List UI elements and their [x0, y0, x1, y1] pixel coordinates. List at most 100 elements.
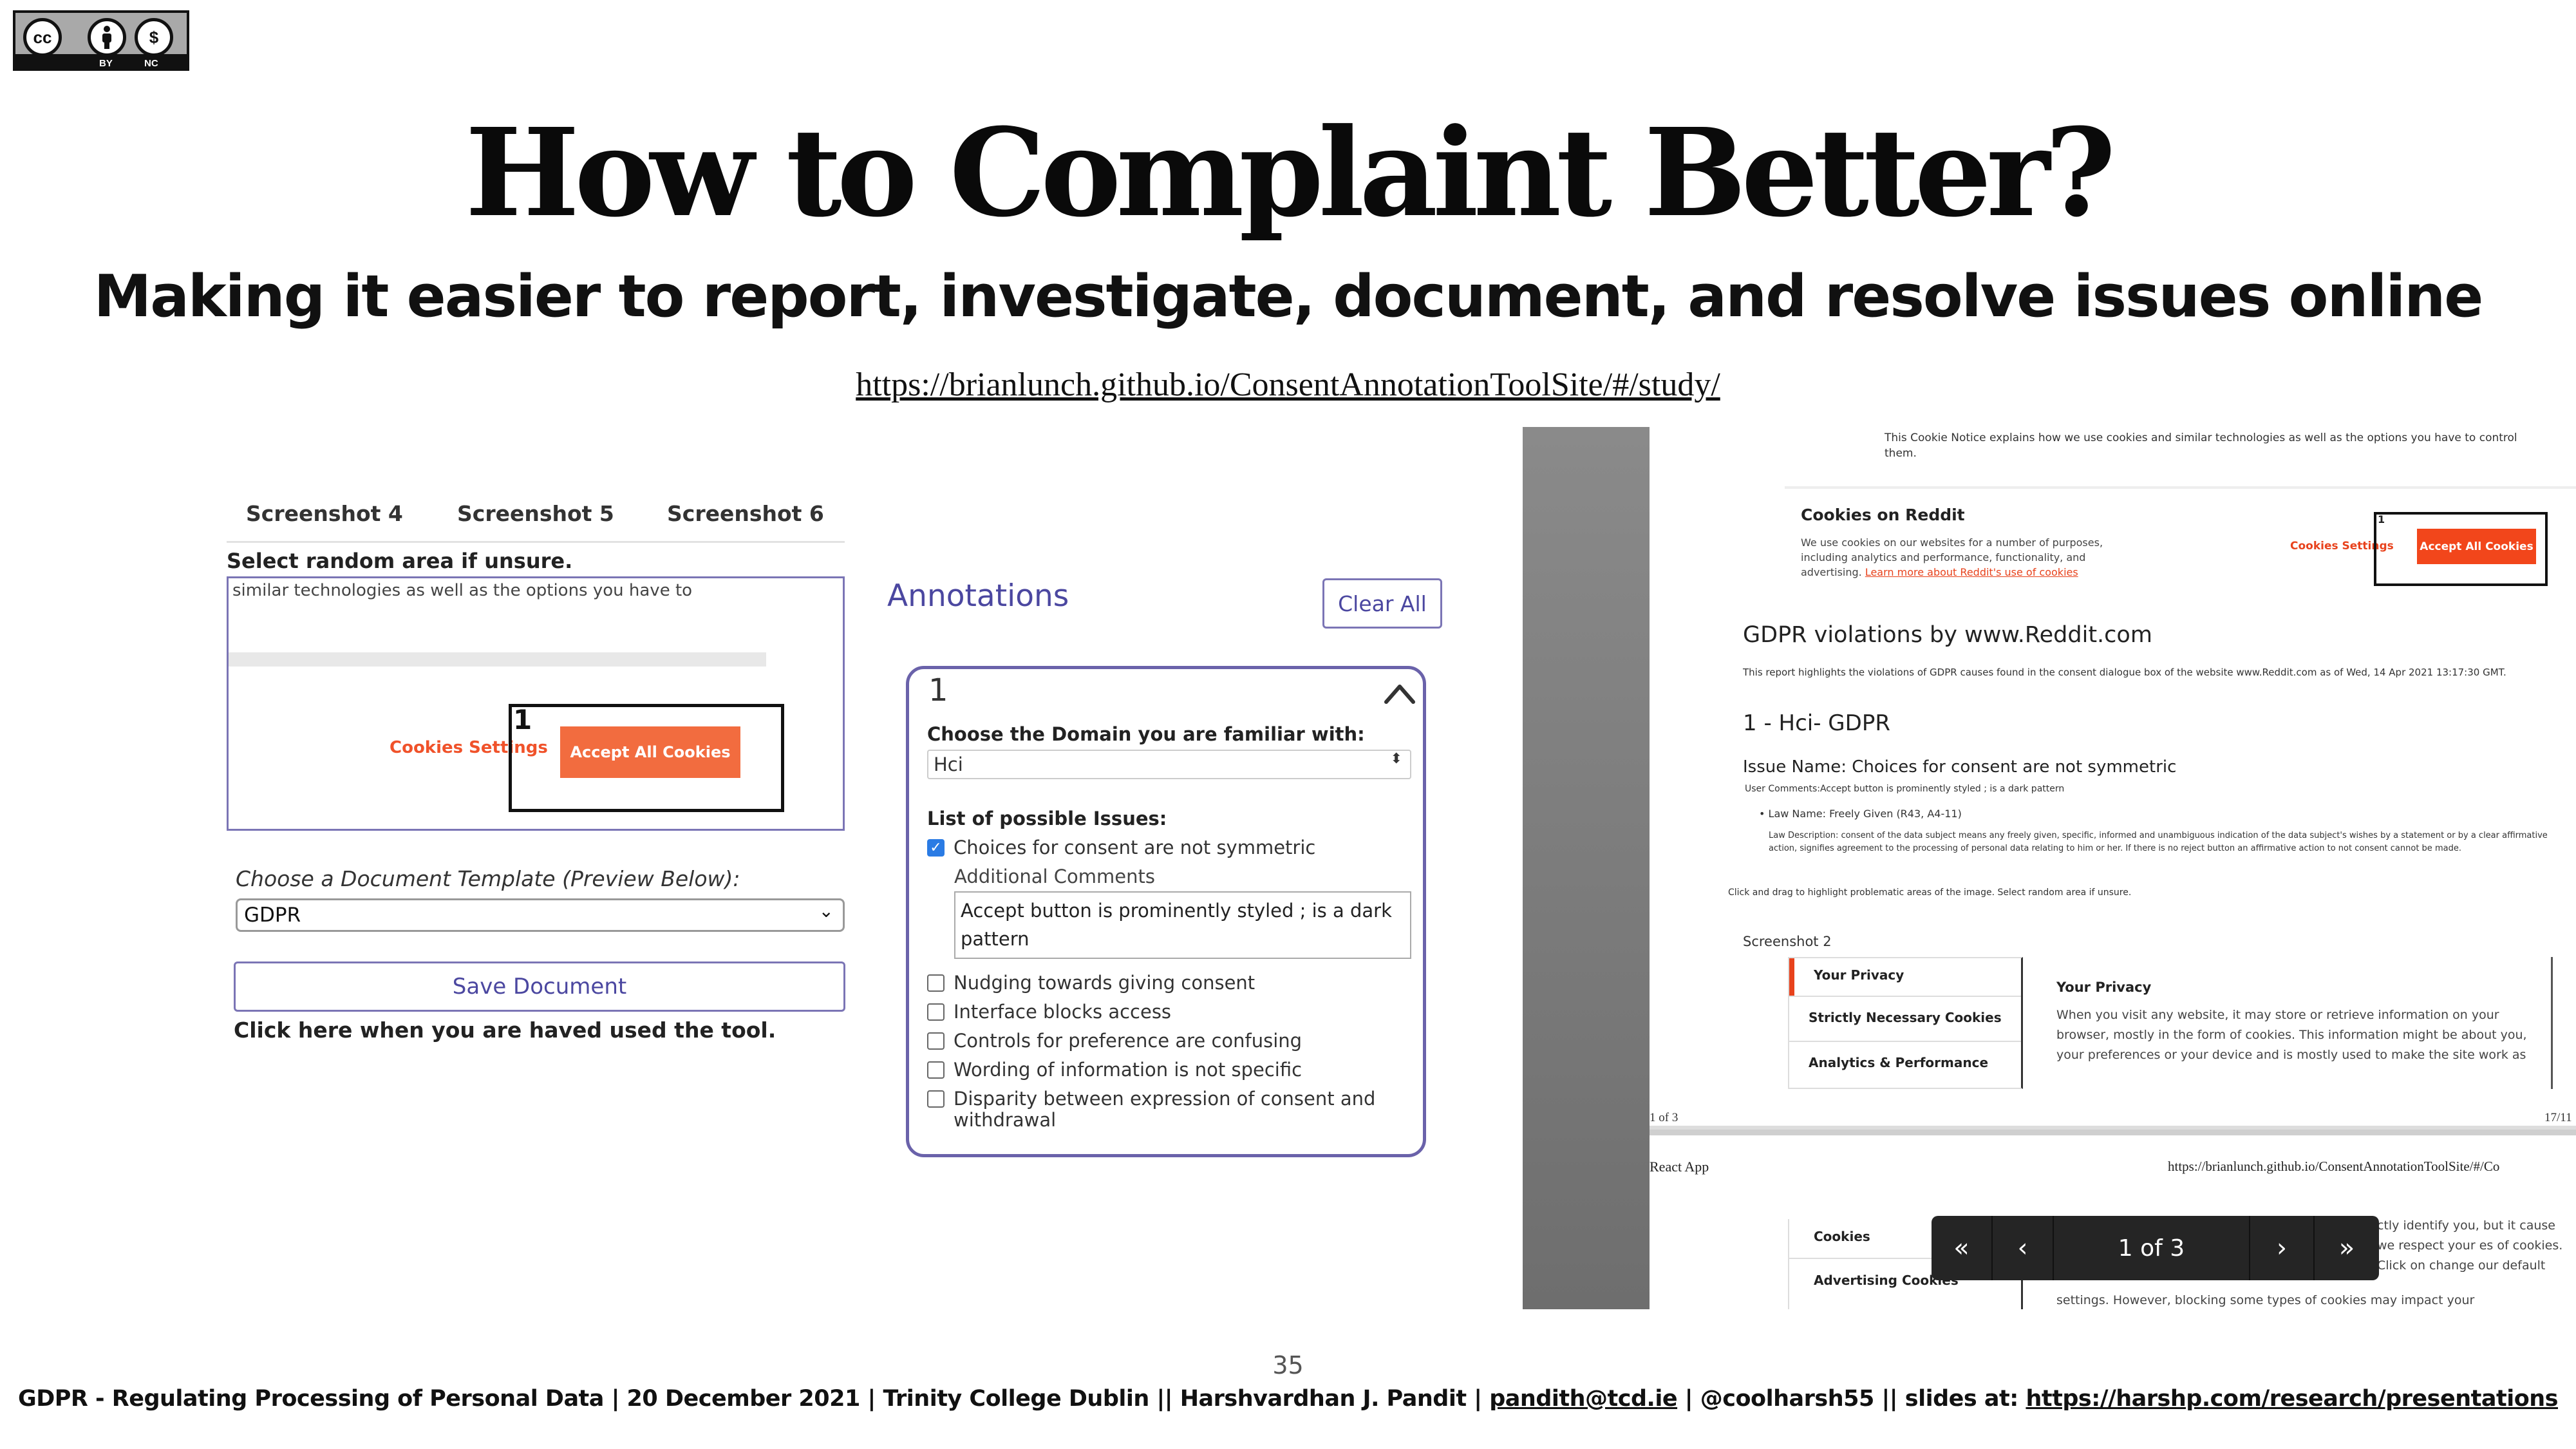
checkbox[interactable]: [927, 974, 945, 992]
checkbox[interactable]: [927, 1003, 945, 1021]
report-instruction: Click and drag to highlight problematic …: [1728, 887, 2132, 898]
issue-item[interactable]: Interface blocks access: [927, 1001, 1171, 1023]
issue-item[interactable]: Wording of information is not specific: [927, 1059, 1302, 1081]
chevron-up-icon[interactable]: [1382, 679, 1418, 708]
page-gap: [1650, 1130, 2576, 1135]
issue-item[interactable]: Nudging towards giving consent: [927, 972, 1255, 994]
preview-grey-band: [229, 652, 766, 667]
noncommercial-icon: $: [135, 18, 173, 57]
issue-label: Controls for preference are confusing: [954, 1030, 1302, 1052]
page-indicator: 1 of 3: [2054, 1216, 2250, 1280]
prev-page-button[interactable]: ‹: [1993, 1216, 2054, 1280]
pdf-page-header-url: https://brianlunch.github.io/ConsentAnno…: [2168, 1159, 2500, 1174]
cc-license-badge: cc $ BY NC: [13, 10, 189, 71]
annotations-title: Annotations: [887, 578, 1069, 614]
report-law-description: Law Description: consent of the data sub…: [1769, 831, 2548, 853]
save-document-button[interactable]: Save Document: [234, 961, 845, 1012]
annotation-number: 1: [513, 704, 532, 735]
issue-item[interactable]: ✓ Choices for consent are not symmetric: [927, 837, 1315, 858]
attribution-icon: [88, 18, 126, 57]
privacy-body-text-3: settings. However, blocking some types o…: [2056, 1293, 2475, 1307]
report-heading: GDPR violations by www.Reddit.com: [1743, 622, 2152, 648]
pdf-page-header-title: React App: [1650, 1159, 1709, 1175]
additional-comments-label: Additional Comments: [954, 866, 1155, 887]
tab-screenshot-6[interactable]: Screenshot 6: [667, 501, 824, 526]
comment-textarea[interactable]: Accept button is prominently styled ; is…: [954, 891, 1411, 959]
your-privacy-heading: Your Privacy: [2056, 980, 2152, 995]
select-arrows-icon: ⬍: [1390, 751, 1402, 767]
report-issue-name: Issue Name: Choices for consent are not …: [1743, 757, 2177, 777]
privacy-center-tabs: Your Privacy Strictly Necessary Cookies …: [1788, 957, 2023, 1089]
footer-text-mid: | @coolharsh55 || slides at:: [1677, 1386, 2026, 1412]
cc-icon: cc: [23, 18, 62, 57]
cookies-on-reddit-heading: Cookies on Reddit: [1801, 506, 1965, 524]
issue-label: Disparity between expression of consent …: [954, 1088, 1376, 1110]
privacy-body-text: When you visit any website, it may store…: [2056, 1008, 2527, 1062]
tab-screenshot-5[interactable]: Screenshot 5: [457, 501, 614, 526]
click-here-instruction: Click here when you are haved used the t…: [234, 1018, 776, 1043]
next-page-button[interactable]: ›: [2250, 1216, 2315, 1280]
slide-title: How to Complaint Better?: [465, 102, 2116, 244]
law-name-text: Law Name: Freely Given (R43, A4-11): [1768, 808, 1962, 820]
issue-label: Nudging towards giving consent: [954, 972, 1255, 994]
cookies-on-reddit-body: We use cookies on our websites for a num…: [1801, 535, 2142, 580]
rule: [1785, 486, 2576, 489]
report-section-title: 1 - Hci- GDPR: [1743, 710, 1890, 736]
cookies-tab: Cookies: [1814, 1229, 1870, 1244]
issue-item[interactable]: Controls for preference are confusing: [927, 1030, 1302, 1052]
footer-text: GDPR - Regulating Processing of Personal…: [17, 1386, 1490, 1412]
slide-subtitle: Making it easier to report, investigate,…: [93, 263, 2484, 330]
footer-slides-link[interactable]: https://harshp.com/research/presentation…: [2026, 1386, 2558, 1412]
your-privacy-tab: Your Privacy: [1789, 958, 2021, 996]
chevron-down-icon: ⌄: [818, 900, 834, 922]
analytics-tab: Analytics & Performance: [1789, 1041, 2021, 1086]
slide-footer: GDPR - Regulating Processing of Personal…: [0, 1386, 2576, 1412]
annotation-number: 1: [2378, 513, 2385, 526]
issues-label: List of possible Issues:: [927, 808, 1167, 829]
checkbox[interactable]: [927, 1090, 945, 1108]
report-pdf-preview: This Cookie Notice explains how we use c…: [1650, 427, 2576, 1309]
annotation-card: 1 Choose the Domain you are familiar wit…: [906, 666, 1426, 1157]
preview-text: similar technologies as well as the opti…: [232, 581, 693, 600]
issue-label: Wording of information is not specific: [954, 1059, 1302, 1081]
report-user-comments: User Comments:Accept button is prominent…: [1745, 784, 2065, 794]
select-random-instruction: Select random area if unsure.: [227, 549, 573, 573]
annotation-box: [2374, 512, 2548, 586]
annotation-box[interactable]: [509, 704, 784, 812]
tab-screenshot-4[interactable]: Screenshot 4: [246, 501, 403, 526]
study-link[interactable]: https://brianlunch.github.io/ConsentAnno…: [0, 366, 2576, 404]
last-page-button[interactable]: »: [2315, 1216, 2379, 1280]
badge-label-by: BY: [99, 58, 113, 69]
cookies-reddit-link: Learn more about Reddit's use of cookies: [1865, 566, 2078, 578]
domain-label: Choose the Domain you are familiar with:: [927, 723, 1365, 745]
screenshot-preview-canvas[interactable]: similar technologies as well as the opti…: [227, 576, 845, 831]
badge-label-nc: NC: [144, 58, 158, 69]
domain-select[interactable]: Hci ⬍: [927, 750, 1411, 779]
checkbox[interactable]: [927, 1061, 945, 1079]
checkbox-checked[interactable]: ✓: [927, 838, 945, 857]
clear-all-button[interactable]: Clear All: [1322, 578, 1442, 629]
footer-email-link[interactable]: pandith@tcd.ie: [1489, 1386, 1677, 1412]
frame-edge: [2551, 957, 2553, 1089]
first-page-button[interactable]: «: [1932, 1216, 1993, 1280]
issue-label-continuation: withdrawal: [954, 1109, 1057, 1131]
slide-number: 35: [1272, 1351, 1304, 1379]
pdf-page-count: 1 of 3: [1650, 1111, 1678, 1124]
pdf-page-date: 17/11: [2544, 1111, 2572, 1124]
report-law-name: • Law Name: Freely Given (R43, A4-11): [1759, 808, 1962, 820]
pdf-viewer-margin: [1523, 427, 1650, 1309]
cookie-notice-text: This Cookie Notice explains how we use c…: [1885, 431, 2517, 460]
pdf-pager: « ‹ 1 of 3 › »: [1932, 1216, 2379, 1280]
annotation-card-number: 1: [928, 672, 948, 708]
issue-item[interactable]: Disparity between expression of consent …: [927, 1088, 1375, 1110]
template-label: Choose a Document Template (Preview Belo…: [236, 866, 740, 891]
template-select-value: GDPR: [244, 904, 301, 927]
tab-divider: [227, 541, 845, 543]
report-summary: This report highlights the violations of…: [1743, 667, 2506, 678]
issue-label: Choices for consent are not symmetric: [954, 837, 1316, 858]
privacy-body-text-2: ctly identify you, but it cause we respe…: [2377, 1218, 2563, 1273]
checkbox[interactable]: [927, 1032, 945, 1050]
template-select[interactable]: GDPR ⌄: [236, 898, 845, 932]
domain-select-value: Hci: [934, 753, 963, 775]
report-screenshot-label: Screenshot 2: [1743, 934, 1832, 949]
